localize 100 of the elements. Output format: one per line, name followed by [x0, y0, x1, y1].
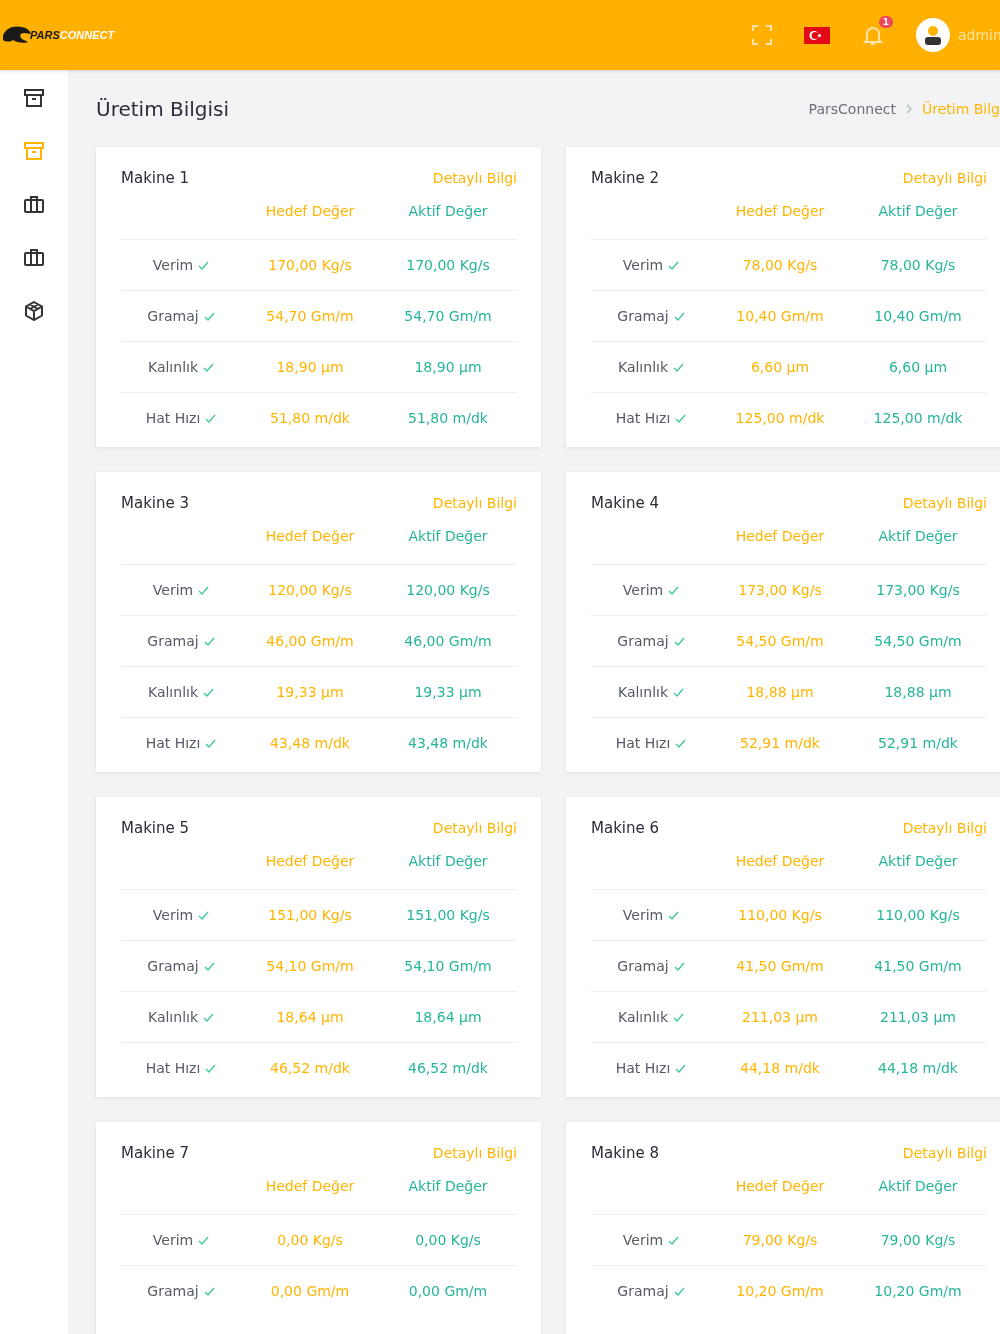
detail-link[interactable]: Detaylı Bilgi: [902, 170, 987, 186]
metric-label: Kalınlık: [617, 684, 669, 700]
table-cell-text: 54,10 Gm/m: [403, 958, 493, 974]
metric-label: Gramaj: [617, 308, 669, 324]
avatar-icon[interactable]: [916, 18, 950, 52]
table-cell-text: 78,00 Kg/s: [741, 257, 819, 273]
sidebar-item[interactable]: [22, 299, 46, 323]
breadcrumb-link[interactable]: Üretim Bilg: [921, 100, 1000, 117]
detail-link[interactable]: Detaylı Bilgi: [902, 1145, 987, 1161]
metric-label: Kalınlık: [147, 1009, 199, 1025]
table-cell-text: 0,00 Gm/m: [269, 1283, 351, 1299]
metric-label: Hat Hızı: [145, 1060, 201, 1076]
detail-link[interactable]: Detaylı Bilgi: [902, 495, 987, 511]
notification-button[interactable]: [862, 24, 884, 46]
metric-label: Verim: [622, 582, 664, 598]
metric-label: Hat Hızı: [615, 1060, 671, 1076]
metric-label: Verim: [152, 1232, 194, 1248]
sidebar-item[interactable]: [22, 193, 46, 215]
machine-name: Makine 4: [591, 494, 660, 512]
table-cell-text: 46,52 m/dk: [269, 1060, 351, 1076]
column-header: Hedef Değer: [734, 528, 826, 544]
table-cell-text: 54,10 Gm/m: [265, 958, 355, 974]
metric-label: Hat Hızı: [145, 735, 201, 751]
machine-name: Makine 3: [121, 494, 190, 512]
column-header: Aktif Değer: [877, 853, 959, 869]
metric-label: Verim: [622, 1232, 664, 1248]
notification-count: 1: [878, 16, 893, 28]
table-cell-text: 54,50 Gm/m: [735, 633, 825, 649]
table-cell-text: 79,00 Kg/s: [879, 1232, 957, 1248]
column-header: Hedef Değer: [264, 853, 356, 869]
column-header: Aktif Değer: [877, 528, 959, 544]
column-header: Aktif Değer: [877, 1178, 959, 1194]
column-header: Hedef Değer: [734, 203, 826, 219]
table-cell-text: 125,00 m/dk: [872, 410, 964, 426]
table-cell-text: 110,00 Kg/s: [737, 907, 823, 923]
page-title: Üretim Bilgisi: [96, 96, 230, 121]
detail-link[interactable]: Detaylı Bilgi: [432, 495, 517, 511]
table-cell-text: 18,88 µm: [883, 684, 953, 700]
archive-icon: [24, 89, 44, 107]
breadcrumb-link[interactable]: ParsConnect: [808, 100, 896, 117]
table-cell-text: 51,80 m/dk: [407, 410, 489, 426]
table-cell-text: 10,20 Gm/m: [735, 1283, 825, 1299]
table-cell-text: 46,00 Gm/m: [403, 633, 493, 649]
table-cell-text: 18,64 µm: [413, 1009, 483, 1025]
table-cell-text: 52,91 m/dk: [739, 735, 821, 751]
table-cell-text: 0,00 Kg/s: [414, 1232, 482, 1248]
column-header: Aktif Değer: [407, 1178, 489, 1194]
column-header: Aktif Değer: [407, 203, 489, 219]
metric-label: Gramaj: [147, 958, 199, 974]
metric-label: Kalınlık: [147, 684, 199, 700]
detail-link[interactable]: Detaylı Bilgi: [432, 170, 517, 186]
table-cell-text: 170,00 Kg/s: [267, 257, 353, 273]
table-cell-text: 19,33 µm: [275, 684, 345, 700]
user-name[interactable]: admin: [958, 27, 1000, 43]
metric-label: Verim: [622, 907, 664, 923]
table-cell-text: 51,80 m/dk: [269, 410, 351, 426]
table-cell-text: 125,00 m/dk: [734, 410, 826, 426]
table-cell-text: 79,00 Kg/s: [741, 1232, 819, 1248]
metric-label: Kalınlık: [147, 359, 199, 375]
table-cell-text: 151,00 Kg/s: [405, 907, 491, 923]
metric-label: Hat Hızı: [145, 410, 201, 426]
table-cell-text: 43,48 m/dk: [407, 735, 489, 751]
table-cell-text: 18,90 µm: [275, 359, 345, 375]
detail-link[interactable]: Detaylı Bilgi: [902, 820, 987, 836]
table-cell-text: 46,00 Gm/m: [265, 633, 355, 649]
sidebar-item[interactable]: [22, 87, 46, 109]
column-header: Aktif Değer: [407, 528, 489, 544]
table-cell-text: 44,18 m/dk: [877, 1060, 959, 1076]
table-cell-text: 41,50 Gm/m: [735, 958, 825, 974]
machine-name: Makine 8: [591, 1144, 660, 1162]
table-cell-text: 46,52 m/dk: [407, 1060, 489, 1076]
table-cell-text: 120,00 Kg/s: [267, 582, 353, 598]
metric-label: Hat Hızı: [615, 410, 671, 426]
sidebar-item[interactable]: [22, 246, 46, 268]
column-header: Aktif Değer: [407, 853, 489, 869]
table-cell-text: 43,48 m/dk: [269, 735, 351, 751]
column-header: Hedef Değer: [734, 1178, 826, 1194]
table-cell-text: 19,33 µm: [413, 684, 483, 700]
chevron-icon: [905, 103, 912, 114]
table-cell-text: 18,88 µm: [745, 684, 815, 700]
table-cell-text: 170,00 Kg/s: [405, 257, 491, 273]
cube-icon: [24, 301, 44, 321]
table-cell-text: 54,70 Gm/m: [403, 308, 493, 324]
table-cell-text: 10,40 Gm/m: [873, 308, 963, 324]
table-cell-text: 173,00 Kg/s: [875, 582, 961, 598]
metric-label: Verim: [152, 257, 194, 273]
brand-name: PARSCONNECT: [30, 29, 115, 41]
detail-link[interactable]: Detaylı Bilgi: [432, 820, 517, 836]
table-cell-text: 10,40 Gm/m: [735, 308, 825, 324]
flag-icon[interactable]: [804, 26, 830, 44]
machine-name: Makine 5: [121, 819, 190, 837]
detail-link[interactable]: Detaylı Bilgi: [432, 1145, 517, 1161]
table-cell-text: 41,50 Gm/m: [873, 958, 963, 974]
table-cell-text: 78,00 Kg/s: [879, 257, 957, 273]
machine-name: Makine 2: [591, 169, 660, 187]
table-cell-text: 120,00 Kg/s: [405, 582, 491, 598]
table-cell-text: 54,50 Gm/m: [873, 633, 963, 649]
column-header: Hedef Değer: [264, 528, 356, 544]
table-cell-text: 18,64 µm: [275, 1009, 345, 1025]
table-cell-text: 211,03 µm: [741, 1009, 819, 1025]
